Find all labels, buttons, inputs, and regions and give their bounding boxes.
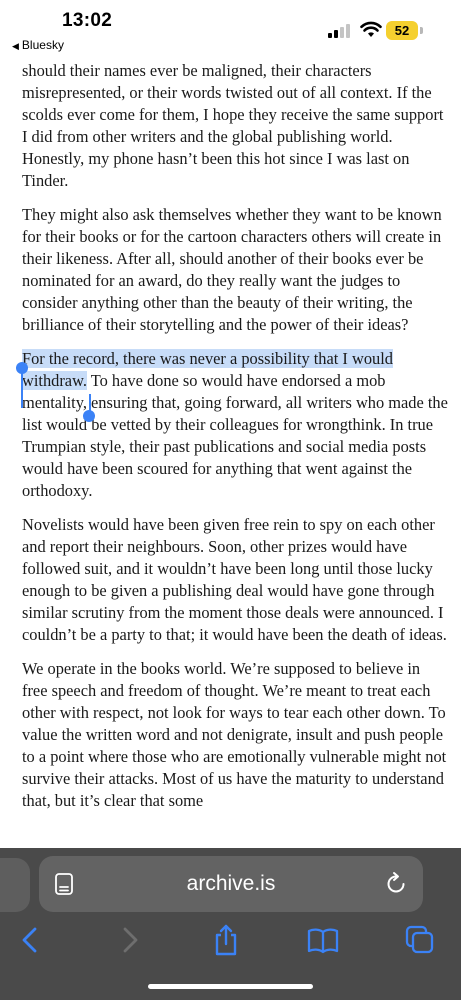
- status-time: 13:02: [62, 10, 113, 31]
- forward-icon: [123, 927, 138, 953]
- home-indicator[interactable]: [148, 984, 313, 989]
- previous-tab-peek[interactable]: [0, 858, 30, 912]
- bookmarks-button[interactable]: [305, 922, 341, 958]
- back-icon: [22, 927, 37, 953]
- selection-start-caret: [21, 370, 23, 408]
- wifi-icon: [360, 21, 382, 37]
- cellular-signal-icon: [328, 24, 352, 38]
- article-paragraph-selected: For the record, there was never a possib…: [22, 348, 448, 502]
- tabs-icon: [405, 925, 434, 954]
- battery-indicator: 52: [386, 21, 418, 40]
- article-paragraph: Novelists would have been given free rei…: [22, 515, 447, 644]
- back-triangle-icon: ◀: [12, 41, 19, 51]
- back-to-app-button[interactable]: ◀ Bluesky: [12, 38, 64, 52]
- selection-end-handle[interactable]: [83, 410, 95, 422]
- battery-tip: [420, 27, 423, 34]
- article-paragraph: should their names ever be maligned, the…: [22, 61, 444, 190]
- url-text: archive.is: [186, 872, 276, 895]
- tabs-button[interactable]: [402, 922, 438, 958]
- share-button[interactable]: [208, 922, 244, 958]
- share-icon: [215, 924, 237, 956]
- article-paragraph: We operate in the books world. We’re sup…: [22, 659, 447, 810]
- article-paragraph: They might also ask themselves whether t…: [22, 205, 442, 334]
- status-bar: 13:02 ◀ Bluesky 52: [0, 0, 461, 58]
- bookmarks-icon: [307, 928, 339, 954]
- reload-icon[interactable]: [383, 871, 409, 897]
- address-bar[interactable]: archive.is: [39, 856, 423, 912]
- article-text: To have done so would have endorsed a mo…: [22, 371, 448, 500]
- back-app-label: Bluesky: [21, 38, 64, 52]
- article-body: should their names ever be maligned, the…: [22, 60, 448, 824]
- back-button[interactable]: [12, 922, 48, 958]
- forward-button[interactable]: [112, 922, 148, 958]
